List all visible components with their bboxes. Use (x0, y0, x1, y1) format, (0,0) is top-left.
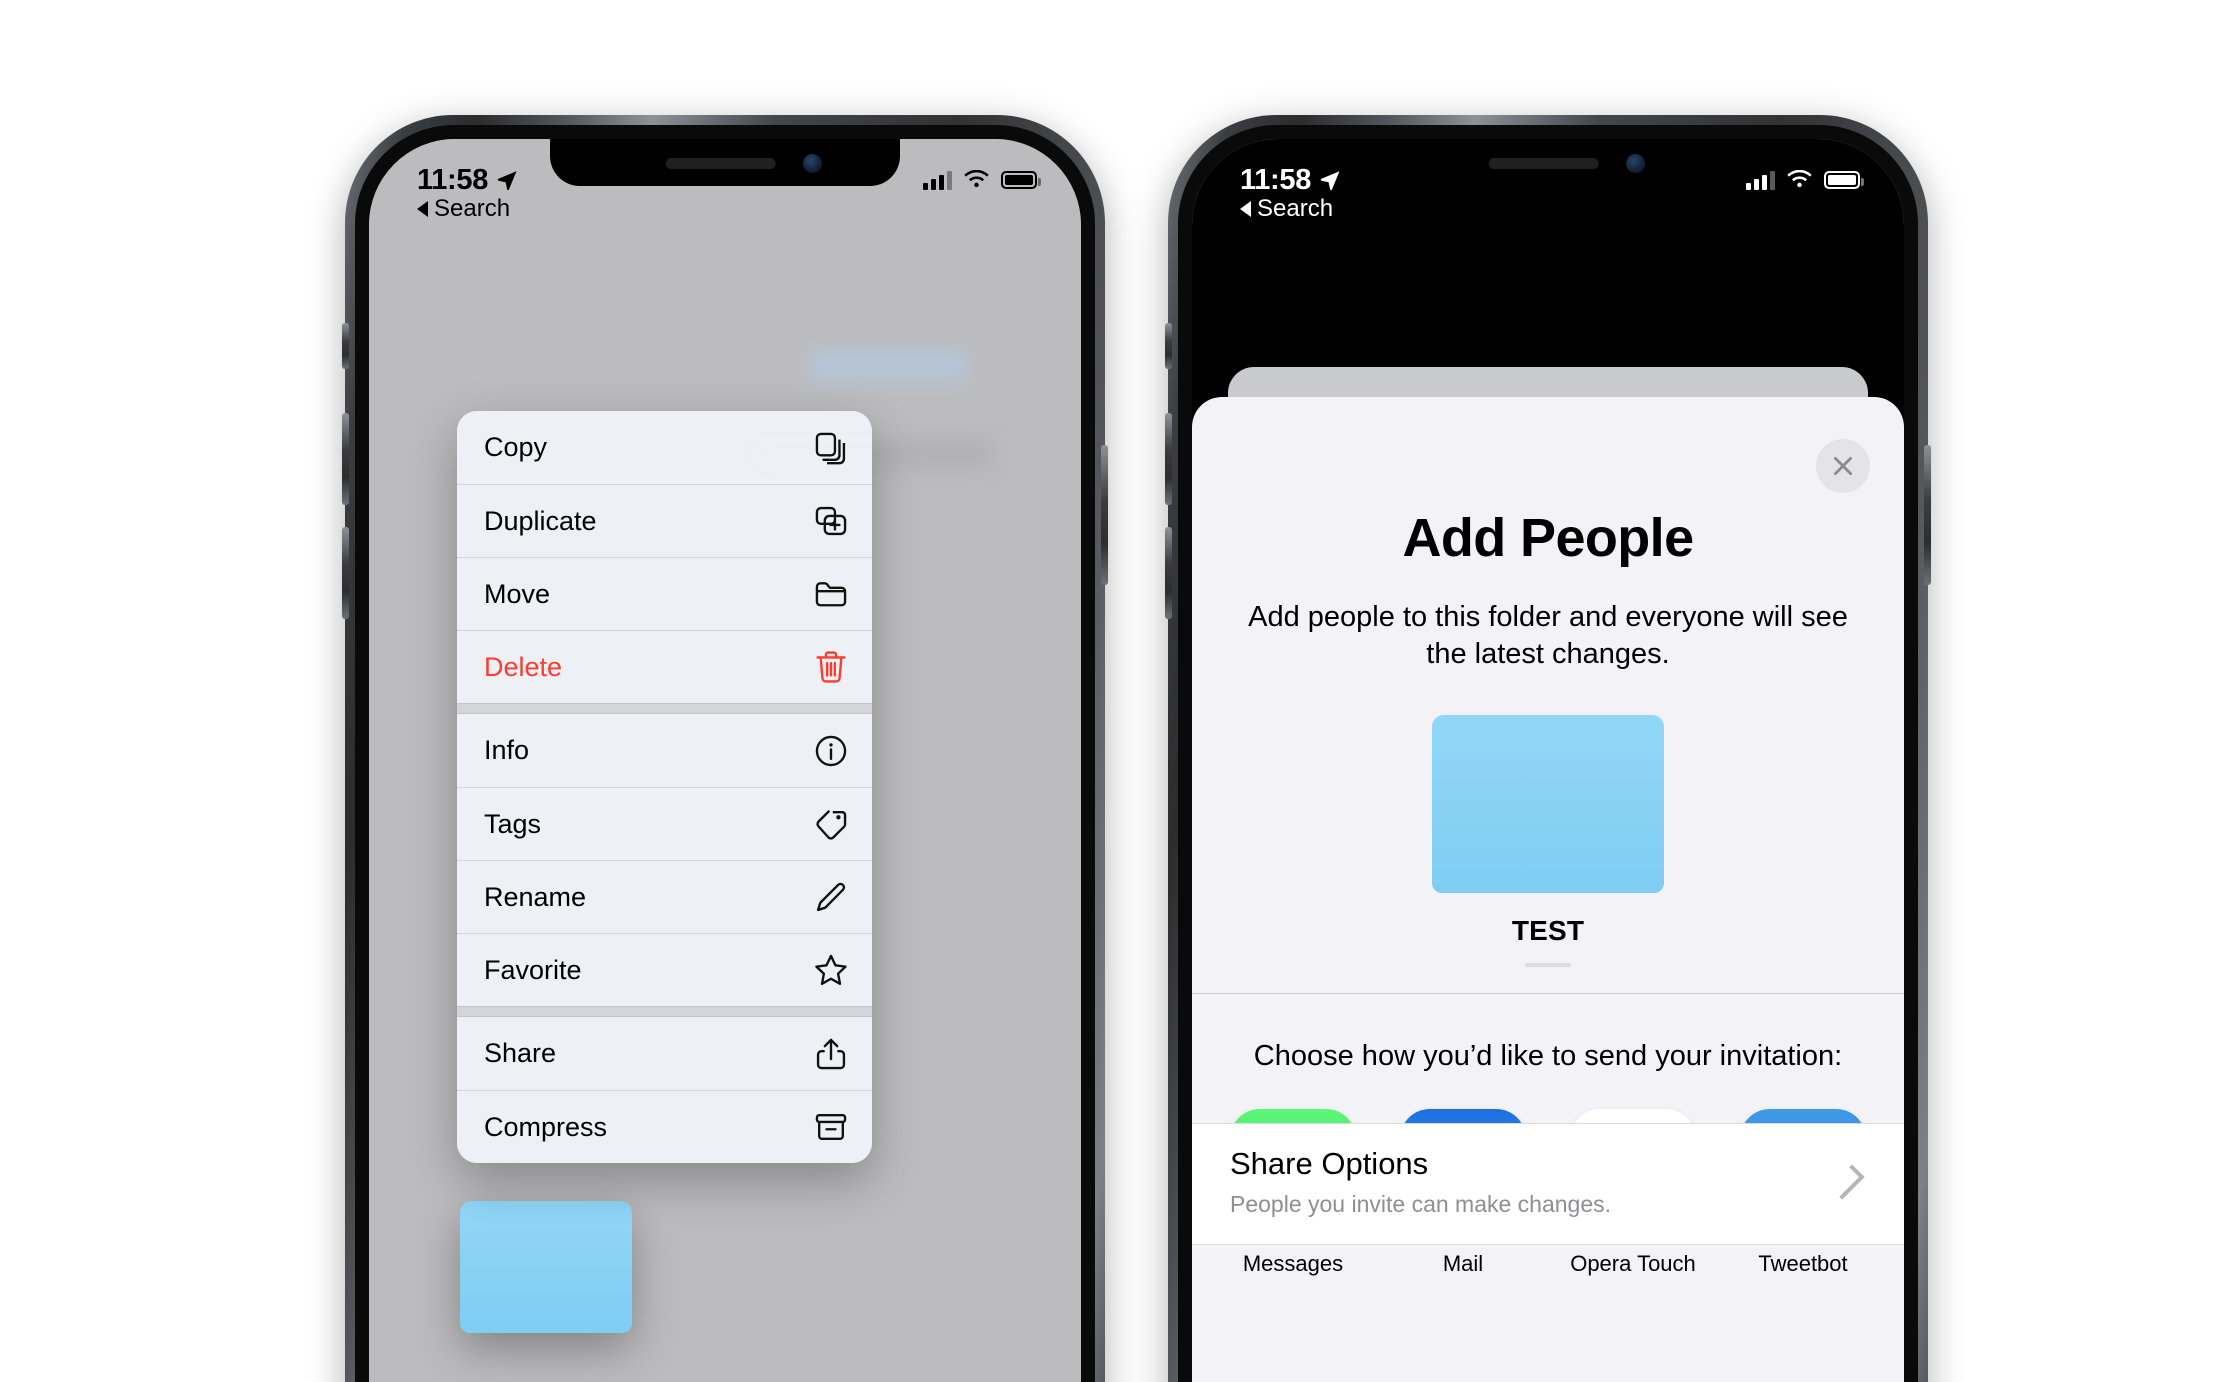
power-button-right[interactable] (1924, 445, 1931, 585)
context-menu-item-compress[interactable]: Compress (457, 1090, 872, 1163)
notch-right (1373, 139, 1723, 186)
phone-bezel-right: 11:58 Search Add People Add people to th… (1178, 125, 1918, 1382)
phone-bezel-left: 11:58 Search Copy Duplicate Move Delete … (355, 125, 1095, 1382)
share-options-text-group: Share Options People you invite can make… (1230, 1146, 1611, 1218)
archive-icon (813, 1109, 849, 1145)
sheet-subtitle: Add people to this folder and everyone w… (1248, 601, 1848, 670)
copy-icon (813, 430, 849, 466)
back-link-label: Search (1257, 195, 1334, 222)
context-menu-item-favorite[interactable]: Favorite (457, 933, 872, 1006)
context-menu-item-info[interactable]: Info (457, 714, 872, 787)
add-people-sheet: Add People Add people to this folder and… (1192, 397, 1904, 1382)
context-menu-label: Delete (484, 651, 563, 682)
notch-left (550, 139, 900, 186)
pencil-icon (813, 879, 849, 915)
screenshot-stage: 11:58 Search Copy Duplicate Move Delete … (0, 0, 2232, 1382)
chevron-right-icon (1829, 1164, 1865, 1200)
context-menu-item-delete[interactable]: Delete (457, 630, 872, 703)
sheet-divider (1192, 992, 1904, 994)
volume-down-button-right[interactable] (1165, 527, 1172, 619)
tag-icon (813, 806, 849, 842)
folder-icon (813, 576, 849, 612)
folder-icon (460, 1201, 632, 1333)
context-menu-item-tags[interactable]: Tags (457, 787, 872, 860)
context-menu-item-share[interactable]: Share (457, 1017, 872, 1090)
phone-device-left: 11:58 Search Copy Duplicate Move Delete … (342, 115, 1108, 1382)
context-menu-separator-2 (457, 1006, 872, 1017)
volume-down-button-left[interactable] (342, 527, 349, 619)
context-menu-label: Share (484, 1038, 557, 1068)
context-menu-item-duplicate[interactable]: Duplicate (457, 484, 872, 557)
context-menu-label: Rename (484, 881, 587, 912)
context-menu[interactable]: Copy Duplicate Move Delete Info Tags Ren… (457, 411, 872, 1163)
context-menu-label: Tags (484, 808, 542, 839)
context-menu-label: Compress (484, 1111, 608, 1142)
back-link-label: Search (434, 195, 511, 222)
share-app-label: Opera Touch (1570, 1250, 1696, 1276)
context-menu-label: Move (484, 578, 551, 609)
sheet-title: Add People (1402, 508, 1694, 568)
folder-front-sheet (1432, 750, 1664, 893)
shared-folder-preview (1432, 714, 1664, 893)
volume-up-button-right[interactable] (1165, 413, 1172, 505)
context-menu-label: Duplicate (484, 505, 597, 536)
duplicate-icon (813, 503, 849, 539)
phone-device-right: 11:58 Search Add People Add people to th… (1165, 115, 1931, 1382)
front-camera-icon (803, 154, 822, 173)
earpiece-speaker-icon (1488, 158, 1599, 169)
context-menu-label: Copy (484, 432, 548, 462)
share-options-title: Share Options (1230, 1146, 1429, 1181)
share-app-label: Tweetbot (1758, 1250, 1848, 1276)
context-menu-item-copy[interactable]: Copy (457, 411, 872, 484)
blurred-nav-title (809, 349, 969, 383)
share-app-label: Mail (1442, 1250, 1484, 1276)
folder-icon (1432, 714, 1664, 893)
trash-icon (813, 649, 849, 685)
selected-folder-item[interactable] (460, 1201, 632, 1333)
shared-folder-name: TEST (1511, 914, 1585, 946)
close-icon (1834, 457, 1852, 475)
folder-tab (1432, 714, 1539, 745)
sheet-drag-handle[interactable] (1525, 962, 1571, 967)
share-options-row[interactable]: Share Options People you invite can make… (1192, 1123, 1904, 1245)
folder-front-sheet (460, 1227, 632, 1333)
front-camera-icon (1626, 154, 1645, 173)
chevron-left-icon (1240, 201, 1251, 217)
earpiece-speaker-icon (665, 158, 776, 169)
context-menu-label: Info (484, 735, 530, 765)
share-app-label: Messages (1242, 1250, 1344, 1276)
star-icon (813, 952, 849, 988)
screen-left: 11:58 Search Copy Duplicate Move Delete … (369, 139, 1081, 1382)
context-menu-item-rename[interactable]: Rename (457, 860, 872, 933)
power-button-left[interactable] (1101, 445, 1108, 585)
back-to-search-link-left[interactable]: Search (417, 195, 510, 223)
back-to-search-link-right[interactable]: Search (1240, 195, 1333, 223)
share-options-subtitle: People you invite can make changes. (1230, 1191, 1612, 1217)
info-circle-icon (813, 733, 849, 769)
mute-switch-left[interactable] (342, 323, 349, 369)
close-button[interactable] (1816, 439, 1870, 493)
volume-up-button-left[interactable] (342, 413, 349, 505)
screen-right: 11:58 Search Add People Add people to th… (1192, 139, 1904, 1382)
context-menu-separator-1 (457, 703, 872, 714)
context-menu-item-move[interactable]: Move (457, 557, 872, 630)
mute-switch-right[interactable] (1165, 323, 1172, 369)
choose-method-label: Choose how you’d like to send your invit… (1253, 1039, 1843, 1072)
context-menu-label: Favorite (484, 954, 582, 985)
share-icon (813, 1036, 849, 1072)
chevron-left-icon (417, 201, 428, 217)
